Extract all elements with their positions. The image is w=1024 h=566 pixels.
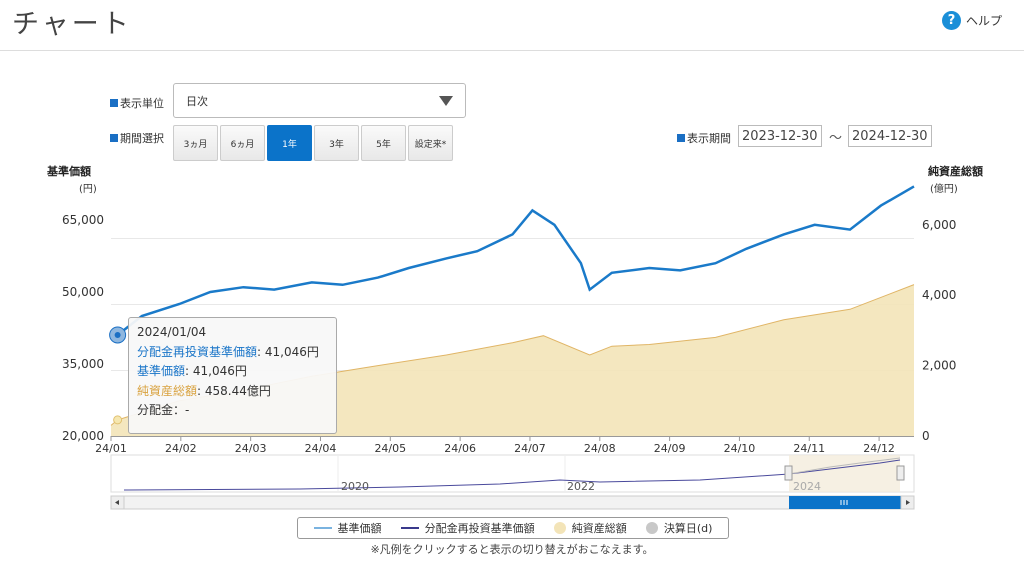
line-swatch-icon xyxy=(313,527,332,529)
navigator[interactable]: 2020 2022 2024 xyxy=(110,454,915,493)
tooltip-date: 2024/01/04 xyxy=(137,325,207,339)
scrollbar-thumb[interactable] xyxy=(789,496,901,509)
x-tick-label: 24/02 xyxy=(165,442,197,455)
left-tick-label: 65,000 xyxy=(62,213,104,227)
tooltip-nav-value: : 41,046円 xyxy=(185,364,247,378)
legend: 基準価額 分配金再投資基準価額 純資産総額 決算日(d) xyxy=(297,517,729,539)
tooltip-aum-row: 純資産総額: 458.44億円 xyxy=(137,382,328,402)
x-tick-label: 24/10 xyxy=(724,442,756,455)
legend-item-nav[interactable]: 基準価額 xyxy=(313,520,382,536)
hover-aum-point xyxy=(113,415,123,425)
left-tick-label: 35,000 xyxy=(62,357,104,371)
tooltip-reinvest-value: : 41,046円 xyxy=(257,344,319,359)
tooltip-reinvest-row: 分配金再投資基準価額: 41,046円 xyxy=(137,343,328,363)
left-ticks: 65,000 50,000 35,000 20,000 xyxy=(62,213,104,443)
navigator-label-2024: 2024 xyxy=(793,480,821,493)
right-tick-label: 0 xyxy=(922,429,930,443)
right-tick-label: 4,000 xyxy=(922,288,956,302)
legend-item-settle[interactable]: 決算日(d) xyxy=(645,520,712,536)
tooltip: 2024/01/04 分配金再投資基準価額: 41,046円 基準価額: 41,… xyxy=(128,317,337,434)
chart-svg: 65,000 50,000 35,000 20,000 6,000 4,000 2,000… xyxy=(62,185,956,510)
scrollbar[interactable] xyxy=(110,495,915,510)
x-tick-label: 24/12 xyxy=(863,442,895,455)
x-tick-label: 24/08 xyxy=(584,442,616,455)
x-ticks: 24/01 24/02 24/03 24/04 24/05 24/06 24/07 24/08… xyxy=(95,436,895,455)
x-tick-label: 24/11 xyxy=(793,442,825,455)
right-ticks: 6,000 4,000 2,000 0 xyxy=(922,218,956,443)
nav-line-series[interactable] xyxy=(111,185,915,337)
legend-item-aum[interactable]: 純資産総額 xyxy=(553,520,627,536)
navigator-left-handle[interactable] xyxy=(784,465,793,481)
left-tick-label: 20,000 xyxy=(62,429,104,443)
right-tick-label: 6,000 xyxy=(922,218,956,232)
x-tick-label: 24/07 xyxy=(514,442,546,455)
x-tick-label: 24/05 xyxy=(374,442,406,455)
navigator-label-2022: 2022 xyxy=(567,480,595,493)
navigator-right-handle[interactable] xyxy=(896,465,905,481)
tooltip-dist: 分配金：- xyxy=(137,403,190,417)
x-tick-label: 24/09 xyxy=(654,442,686,455)
hover-marker xyxy=(109,326,127,425)
tooltip-reinvest-label: 分配金再投資基準価額 xyxy=(137,344,258,359)
line-swatch-icon xyxy=(400,527,419,529)
tooltip-aum-value: : 458.44億円 xyxy=(197,383,271,398)
hover-point-center xyxy=(114,331,121,338)
x-tick-label: 24/06 xyxy=(444,442,476,455)
tooltip-nav-label: 基準価額 xyxy=(137,364,186,378)
right-tick-label: 2,000 xyxy=(922,359,956,373)
x-tick-label: 24/03 xyxy=(235,442,267,455)
x-tick-label: 24/01 xyxy=(95,442,127,455)
circle-swatch-icon xyxy=(645,522,658,534)
circle-swatch-icon xyxy=(553,522,566,534)
legend-item-reinvest[interactable]: 分配金再投資基準価額 xyxy=(400,520,535,536)
navigator-label-2020: 2020 xyxy=(341,480,369,493)
left-tick-label: 50,000 xyxy=(62,285,104,299)
tooltip-nav-row: 基準価額: 41,046円 xyxy=(137,362,328,382)
x-tick-label: 24/04 xyxy=(305,442,337,455)
legend-note: ※凡例をクリックすると表示の切り替えがおこなえます。 xyxy=(370,543,654,556)
tooltip-aum-label: 純資産総額 xyxy=(137,383,198,398)
